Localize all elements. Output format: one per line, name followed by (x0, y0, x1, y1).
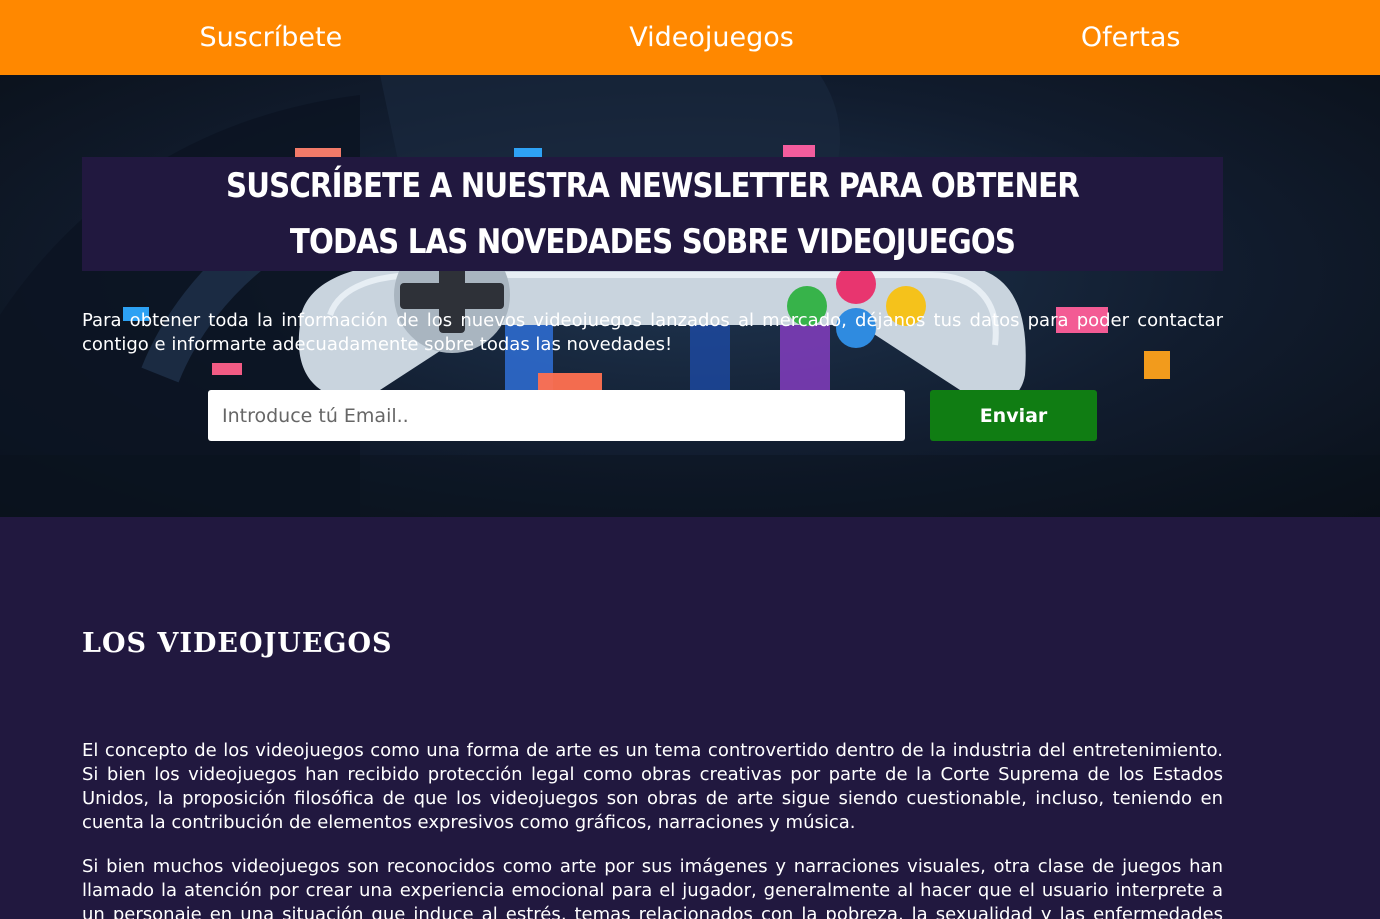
nav-link-suscribete[interactable]: Suscríbete (200, 22, 343, 53)
email-input[interactable] (208, 390, 905, 441)
hero-description: Para obtener toda la información de los … (82, 310, 1223, 355)
nav-link-ofertas[interactable]: Ofertas (1081, 22, 1181, 53)
content-paragraph: Si bien muchos videojuegos son reconocid… (82, 856, 1223, 919)
hero-title-banner: Suscríbete a nuestra newsletter para obt… (82, 157, 1223, 271)
section-title: LOS VIDEOJUEGOS (82, 628, 393, 659)
content-paragraph: El concepto de los videojuegos como una … (82, 740, 1223, 833)
hero-title: Suscríbete a nuestra newsletter para obt… (226, 166, 1080, 262)
submit-button[interactable]: Enviar (930, 390, 1097, 441)
top-navbar: Suscríbete Videojuegos Ofertas (0, 0, 1380, 75)
nav-link-videojuegos[interactable]: Videojuegos (629, 22, 794, 53)
game-controller-illustration (0, 75, 1380, 517)
newsletter-hero: Suscríbete a nuestra newsletter para obt… (0, 75, 1380, 517)
